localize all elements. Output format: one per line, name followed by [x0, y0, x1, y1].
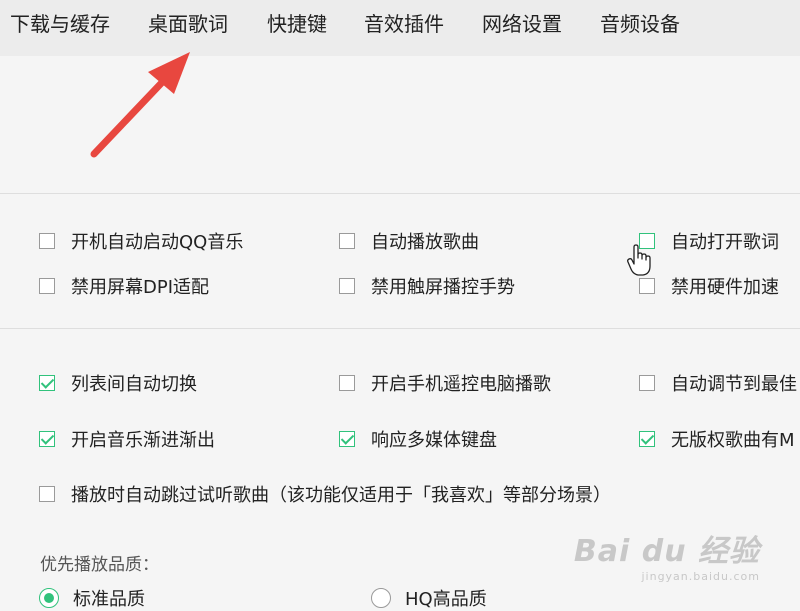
checkbox[interactable]	[39, 486, 55, 502]
checkbox[interactable]	[339, 233, 355, 249]
radio-hq-quality[interactable]: HQ高品质	[371, 586, 487, 610]
baidu-jingyan-watermark: Bai du 经验 jingyan.baidu.com	[574, 526, 760, 583]
quality-heading: 优先播放品质：	[40, 555, 159, 575]
option-auto-adjust[interactable]: 自动调节到最佳	[639, 371, 797, 395]
option-no-copyright[interactable]: 无版权歌曲有M	[639, 427, 795, 451]
checkbox[interactable]	[339, 375, 355, 391]
option-label: 自动调节到最佳	[671, 374, 797, 395]
option-label: 响应多媒体键盘	[371, 430, 497, 451]
checkbox[interactable]	[39, 375, 55, 391]
option-list-auto-switch[interactable]: 列表间自动切换	[39, 371, 197, 395]
hand-cursor-icon	[627, 244, 651, 276]
option-auto-open-lyrics[interactable]: 自动打开歌词	[639, 229, 779, 253]
checkbox[interactable]	[39, 278, 55, 294]
tab-shortcuts[interactable]: 快捷键	[267, 10, 327, 38]
option-skip-preview[interactable]: 播放时自动跳过试听歌曲（该功能仅适用于「我喜欢」等部分场景）	[39, 482, 611, 506]
option-autoplay[interactable]: 自动播放歌曲	[339, 229, 479, 253]
section-divider	[0, 193, 800, 194]
option-label: 禁用触屏播控手势	[371, 277, 515, 298]
option-phone-remote[interactable]: 开启手机遥控电脑播歌	[339, 371, 551, 395]
radio-label: HQ高品质	[405, 589, 487, 610]
option-disable-hw-accel[interactable]: 禁用硬件加速	[639, 274, 779, 298]
option-media-keys[interactable]: 响应多媒体键盘	[339, 427, 497, 451]
checkbox[interactable]	[339, 431, 355, 447]
radio-standard-quality[interactable]: 标准品质	[39, 586, 145, 610]
option-label: 列表间自动切换	[71, 374, 197, 395]
option-autostart[interactable]: 开机自动启动QQ音乐	[39, 229, 243, 253]
tab-download-cache[interactable]: 下载与缓存	[10, 10, 110, 38]
radio-button[interactable]	[371, 588, 391, 608]
tab-network-settings[interactable]: 网络设置	[482, 10, 562, 38]
option-label: 自动打开歌词	[671, 232, 779, 253]
section-divider	[0, 328, 800, 329]
radio-button[interactable]	[39, 588, 59, 608]
checkbox[interactable]	[39, 233, 55, 249]
option-label: 自动播放歌曲	[371, 232, 479, 253]
checkbox[interactable]	[39, 431, 55, 447]
settings-tab-bar: 下载与缓存 桌面歌词 快捷键 音效插件 网络设置 音频设备	[0, 0, 800, 56]
option-disable-dpi[interactable]: 禁用屏幕DPI适配	[39, 274, 209, 298]
option-label: 开启手机遥控电脑播歌	[371, 374, 551, 395]
tab-desktop-lyrics[interactable]: 桌面歌词	[148, 10, 228, 38]
tab-sound-effects[interactable]: 音效插件	[364, 10, 444, 38]
checkbox[interactable]	[339, 278, 355, 294]
checkbox[interactable]	[639, 431, 655, 447]
watermark-url: jingyan.baidu.com	[641, 570, 760, 583]
radio-label: 标准品质	[73, 589, 145, 610]
option-fade-in-out[interactable]: 开启音乐渐进渐出	[39, 427, 215, 451]
option-disable-touch-gesture[interactable]: 禁用触屏播控手势	[339, 274, 515, 298]
tab-audio-device[interactable]: 音频设备	[600, 10, 680, 38]
option-label: 禁用屏幕DPI适配	[71, 277, 210, 298]
option-label: 开机自动启动QQ音乐	[71, 232, 244, 253]
annotation-arrow	[90, 52, 190, 158]
option-label: 无版权歌曲有M	[671, 430, 795, 451]
watermark-logo: Bai du 经验	[573, 534, 760, 569]
option-label: 开启音乐渐进渐出	[71, 430, 215, 451]
option-label: 禁用硬件加速	[671, 277, 779, 298]
option-label: 播放时自动跳过试听歌曲（该功能仅适用于「我喜欢」等部分场景）	[71, 485, 611, 506]
checkbox[interactable]	[639, 375, 655, 391]
checkbox[interactable]	[639, 278, 655, 294]
